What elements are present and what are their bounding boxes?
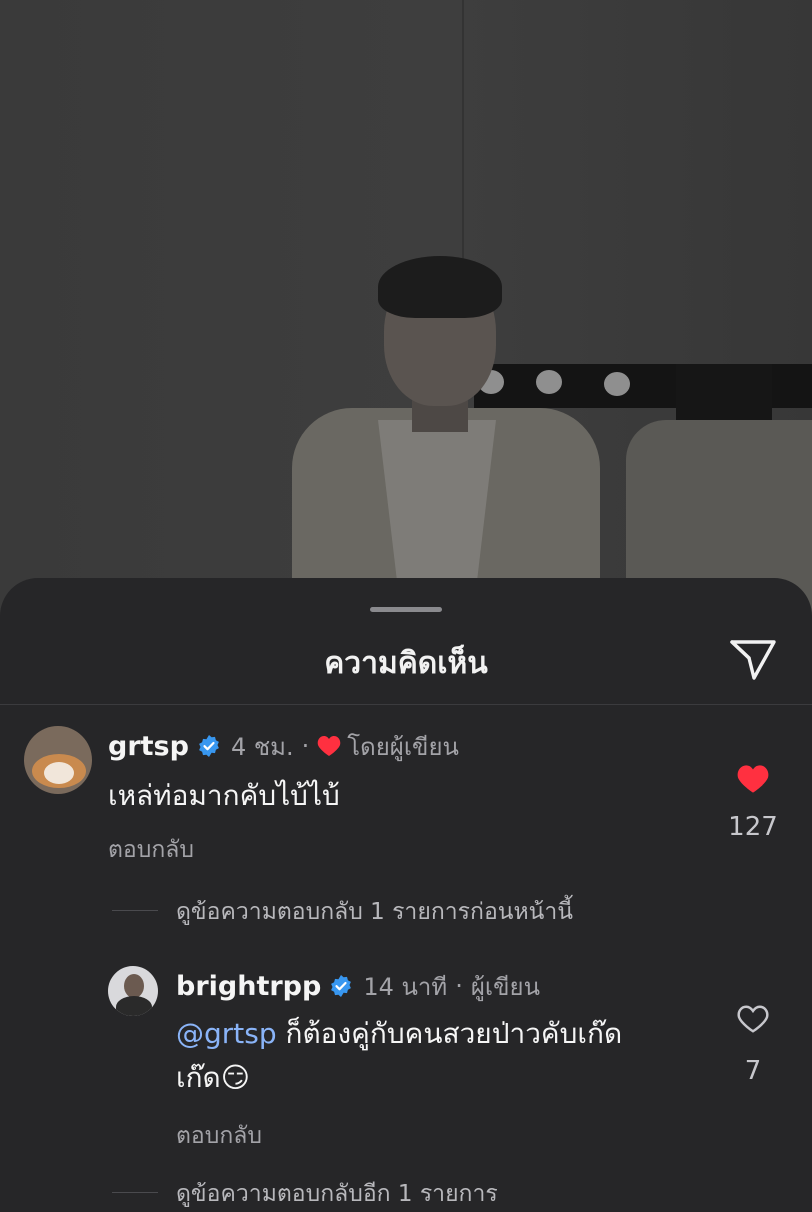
drag-handle[interactable] bbox=[370, 607, 442, 612]
avatar[interactable] bbox=[24, 726, 92, 794]
heart-outline-icon[interactable] bbox=[736, 1004, 770, 1034]
comment-username[interactable]: grtsp bbox=[108, 731, 189, 762]
reply-button[interactable]: ตอบกลับ bbox=[176, 1118, 262, 1154]
mirror-bulb bbox=[604, 372, 630, 396]
reply-text-line1: ก็ต้องคู่กับคนสวยป่าวคับเก๊ด bbox=[276, 1017, 623, 1050]
avatar-head-shape bbox=[124, 974, 144, 998]
author-label: ผู้เขียน bbox=[470, 972, 540, 1001]
heart-filled-icon[interactable] bbox=[736, 764, 770, 794]
reply-like[interactable]: 7 bbox=[718, 1004, 788, 1086]
comment-time: 4 ชม. bbox=[230, 732, 294, 761]
like-count: 7 bbox=[744, 1056, 762, 1086]
avatar[interactable] bbox=[108, 966, 158, 1016]
mention-link[interactable]: @grtsp bbox=[176, 1017, 277, 1050]
like-count: 127 bbox=[728, 812, 778, 842]
meta-separator: · bbox=[455, 972, 463, 1000]
reply-username[interactable]: brightrpp bbox=[176, 971, 321, 1002]
liked-by-author-label: โดยผู้เขียน bbox=[347, 732, 459, 761]
share-icon[interactable] bbox=[728, 636, 778, 682]
mirror-bulb bbox=[536, 370, 562, 394]
reply-meta: brightrpp 14 นาที · ผู้เขียน bbox=[176, 968, 540, 1004]
avatar-body-shape bbox=[116, 996, 152, 1016]
sheet-divider bbox=[0, 704, 812, 705]
comment-like[interactable]: 127 bbox=[718, 764, 788, 842]
view-more-replies[interactable]: ดูข้อความตอบกลับอีก 1 รายการ bbox=[176, 1176, 498, 1212]
view-previous-replies[interactable]: ดูข้อความตอบกลับ 1 รายการก่อนหน้านี้ bbox=[176, 894, 573, 930]
reply-time: 14 นาที bbox=[363, 972, 448, 1001]
thread-line bbox=[112, 910, 158, 911]
meta-separator: · bbox=[301, 732, 310, 760]
heart-filled-icon bbox=[317, 736, 341, 756]
wall-seam bbox=[462, 0, 464, 270]
verified-badge-icon bbox=[199, 735, 219, 757]
comment-text: เหล่ท่อมากคับไบ้ไบ้ bbox=[108, 779, 340, 812]
reply-text-line2: เก๊ด bbox=[176, 1061, 221, 1094]
reply-text: @grtsp ก็ต้องคู่กับคนสวยป่าวคับเก๊ด เก๊ด… bbox=[176, 1012, 696, 1100]
comment-meta: grtsp 4 ชม. · โดยผู้เขียน bbox=[108, 728, 459, 764]
dog-face-shape bbox=[44, 762, 74, 784]
thread-line bbox=[112, 1192, 158, 1193]
post-photo bbox=[0, 0, 812, 620]
verified-badge-icon bbox=[331, 975, 352, 997]
reply-button[interactable]: ตอบกลับ bbox=[108, 832, 194, 868]
smirk-emoji: 😏 bbox=[220, 1061, 250, 1094]
comments-sheet: ความคิดเห็น grtsp 4 ชม. · โดยผู้เขียน เห… bbox=[0, 578, 812, 1207]
sheet-title: ความคิดเห็น bbox=[324, 646, 488, 681]
person-hair bbox=[378, 256, 502, 318]
